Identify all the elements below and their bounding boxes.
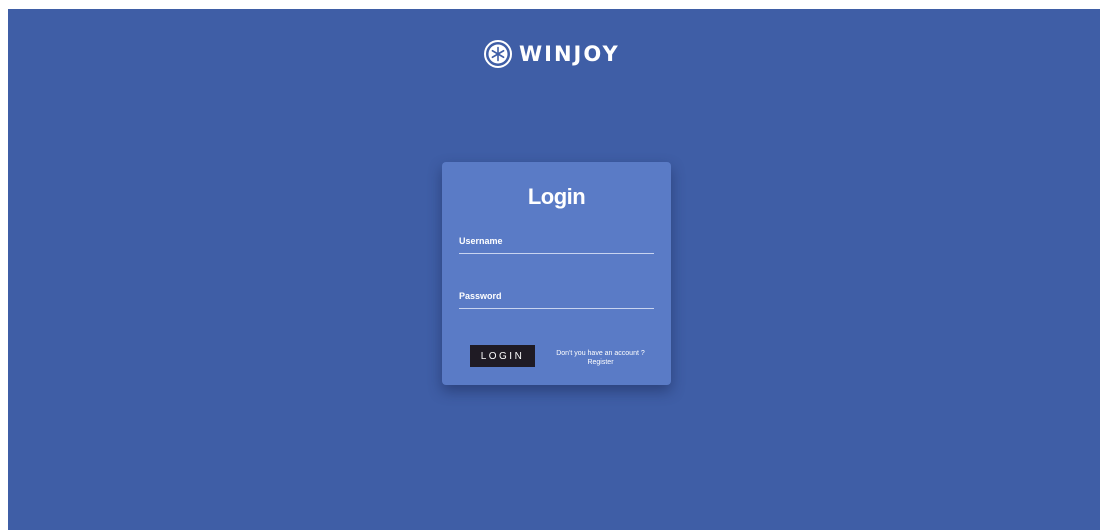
password-input[interactable]: [459, 289, 654, 309]
username-field: Username: [459, 234, 654, 254]
login-button[interactable]: LOGIN: [470, 345, 535, 367]
brand-logo: WINJOY: [483, 37, 620, 71]
login-card: Login Username Password LOGIN Don't you …: [442, 162, 671, 385]
snowflake-icon: [484, 40, 512, 68]
page-background: WINJOY Login Username Password LOGIN Don…: [8, 9, 1100, 530]
username-input[interactable]: [459, 234, 654, 254]
password-field: Password: [459, 289, 654, 309]
login-title: Login: [527, 184, 586, 209]
register-link[interactable]: Register: [540, 358, 661, 367]
register-prompt: Don't you have an account ? Register: [540, 349, 661, 367]
brand-name: WINJOY: [519, 42, 620, 66]
no-account-text: Don't you have an account ?: [556, 350, 645, 357]
